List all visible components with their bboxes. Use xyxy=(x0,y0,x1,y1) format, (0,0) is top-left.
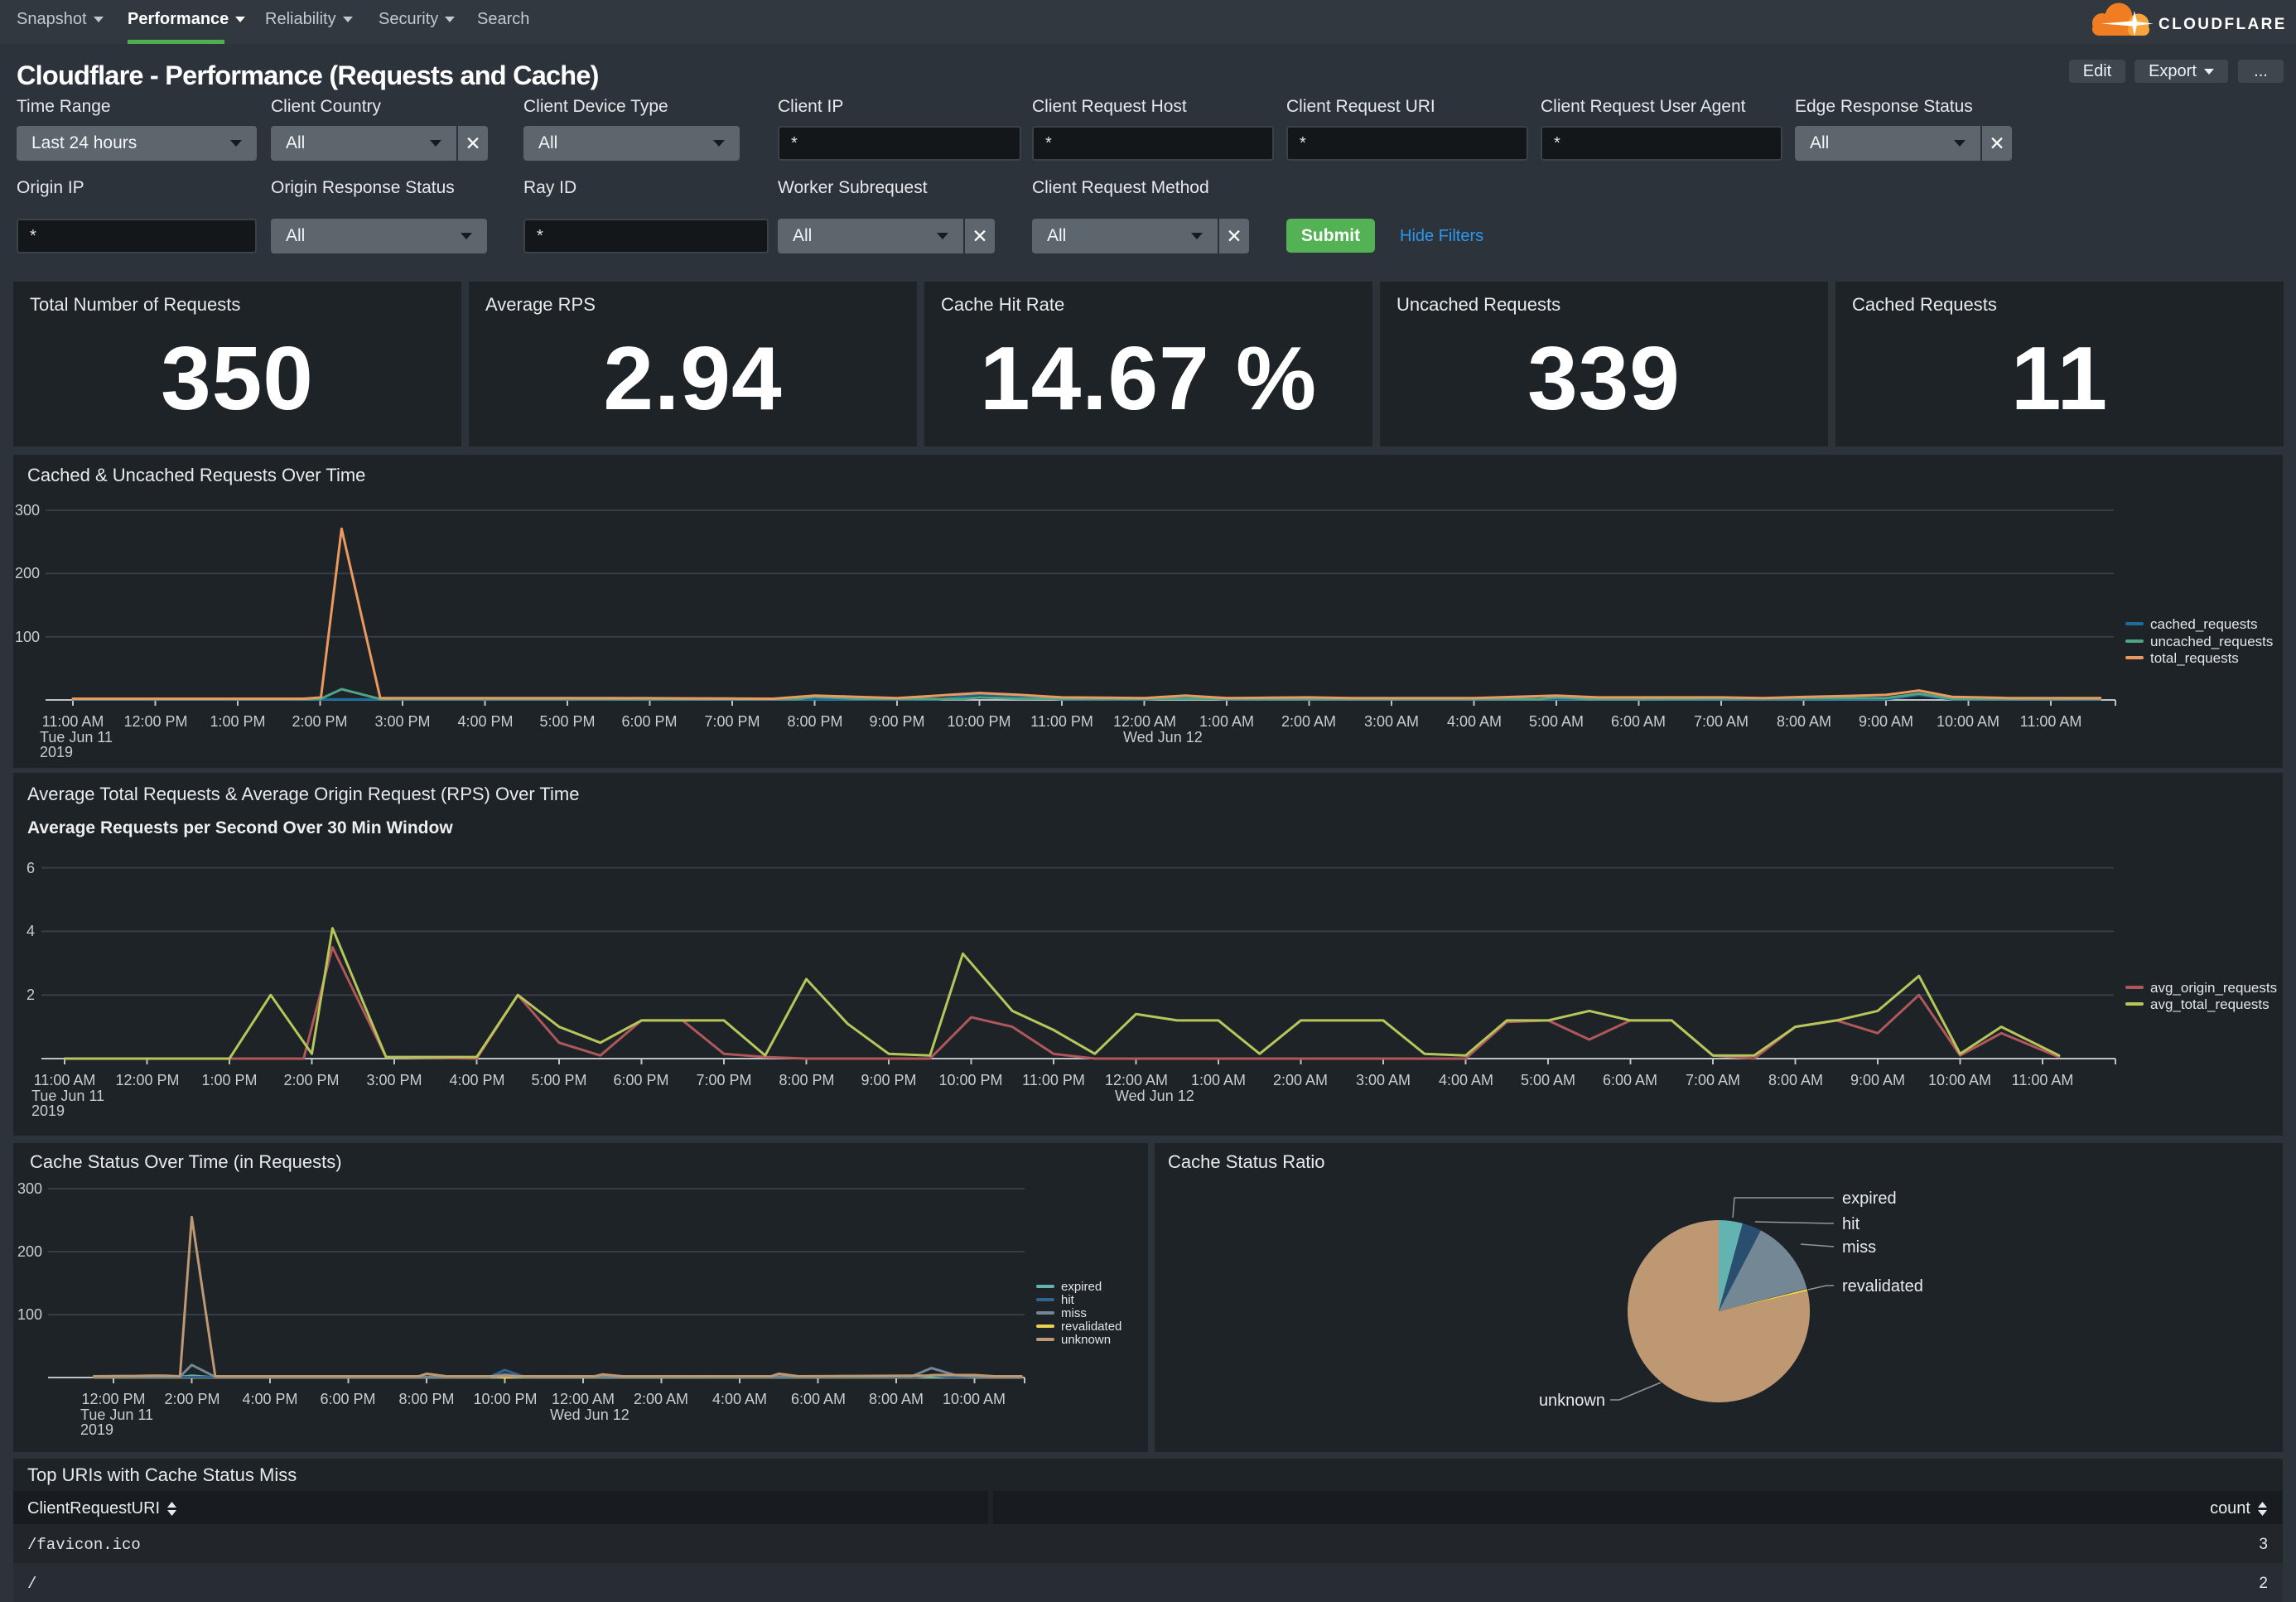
svg-text:12:00 PM: 12:00 PM xyxy=(123,713,187,730)
svg-text:2: 2 xyxy=(27,987,35,1003)
svg-text:11:00 PM: 11:00 PM xyxy=(1030,713,1093,730)
svg-text:2:00 PM: 2:00 PM xyxy=(164,1391,219,1407)
svg-text:2:00 PM: 2:00 PM xyxy=(283,1072,339,1088)
svg-text:12:00 AM: 12:00 AM xyxy=(1105,1072,1168,1088)
svg-text:expired: expired xyxy=(1061,1280,1102,1294)
svg-text:5:00 AM: 5:00 AM xyxy=(1529,713,1584,730)
svg-text:5:00 PM: 5:00 PM xyxy=(539,713,595,730)
svg-text:5:00 AM: 5:00 AM xyxy=(1521,1072,1575,1088)
svg-text:8:00 AM: 8:00 AM xyxy=(1777,713,1831,730)
svg-text:2:00 AM: 2:00 AM xyxy=(1273,1072,1328,1088)
svg-text:6:00 AM: 6:00 AM xyxy=(791,1391,846,1407)
svg-text:300: 300 xyxy=(15,502,40,519)
svg-text:10:00 PM: 10:00 PM xyxy=(473,1391,537,1407)
svg-text:revalidated: revalidated xyxy=(1061,1320,1121,1334)
svg-text:revalidated: revalidated xyxy=(1842,1277,1923,1296)
svg-text:9:00 AM: 9:00 AM xyxy=(1850,1072,1905,1088)
svg-text:avg_origin_requests: avg_origin_requests xyxy=(2150,980,2277,996)
svg-text:11:00 AM: 11:00 AM xyxy=(2020,713,2082,730)
svg-text:11:00 AM: 11:00 AM xyxy=(2012,1072,2074,1088)
svg-text:100: 100 xyxy=(17,1306,42,1323)
svg-text:Tue Jun 11: Tue Jun 11 xyxy=(40,729,113,746)
svg-text:1:00 AM: 1:00 AM xyxy=(1191,1072,1246,1088)
svg-text:total_requests: total_requests xyxy=(2150,650,2239,666)
svg-text:200: 200 xyxy=(15,565,40,581)
svg-text:12:00 AM: 12:00 AM xyxy=(1113,713,1176,730)
svg-text:100: 100 xyxy=(15,629,40,645)
svg-text:9:00 AM: 9:00 AM xyxy=(1859,713,1913,730)
svg-text:CLOUDFLARE: CLOUDFLARE xyxy=(2159,16,2287,33)
svg-text:4:00 PM: 4:00 PM xyxy=(242,1391,297,1407)
svg-text:unknown: unknown xyxy=(1061,1333,1111,1347)
svg-text:10:00 PM: 10:00 PM xyxy=(947,713,1011,730)
svg-text:2019: 2019 xyxy=(40,744,73,760)
svg-text:6:00 PM: 6:00 PM xyxy=(621,713,677,730)
svg-text:hit: hit xyxy=(1061,1293,1075,1307)
svg-text:4:00 PM: 4:00 PM xyxy=(457,713,513,730)
svg-text:3:00 PM: 3:00 PM xyxy=(366,1072,422,1088)
svg-text:4: 4 xyxy=(27,923,35,939)
svg-text:3:00 AM: 3:00 AM xyxy=(1364,713,1419,730)
svg-text:7:00 AM: 7:00 AM xyxy=(1686,1072,1740,1088)
svg-text:expired: expired xyxy=(1842,1189,1897,1208)
svg-text:6:00 AM: 6:00 AM xyxy=(1603,1072,1657,1088)
svg-text:cached_requests: cached_requests xyxy=(2150,616,2257,632)
svg-text:1:00 AM: 1:00 AM xyxy=(1199,713,1254,730)
svg-text:10:00 PM: 10:00 PM xyxy=(938,1072,1002,1088)
svg-text:3:00 PM: 3:00 PM xyxy=(374,713,430,730)
svg-text:6: 6 xyxy=(27,860,35,876)
svg-text:5:00 PM: 5:00 PM xyxy=(531,1072,586,1088)
svg-text:8:00 PM: 8:00 PM xyxy=(787,713,842,730)
svg-text:2:00 PM: 2:00 PM xyxy=(292,713,347,730)
svg-text:12:00 AM: 12:00 AM xyxy=(552,1391,615,1407)
svg-text:12:00 PM: 12:00 PM xyxy=(115,1072,179,1088)
svg-text:2:00 AM: 2:00 AM xyxy=(634,1391,688,1407)
svg-text:unknown: unknown xyxy=(1539,1392,1605,1410)
svg-text:8:00 AM: 8:00 AM xyxy=(869,1391,924,1407)
svg-text:miss: miss xyxy=(1842,1238,1876,1257)
svg-text:Wed Jun 12: Wed Jun 12 xyxy=(1123,729,1203,746)
svg-text:6:00 PM: 6:00 PM xyxy=(613,1072,668,1088)
svg-text:4:00 AM: 4:00 AM xyxy=(712,1391,767,1407)
svg-text:hit: hit xyxy=(1842,1215,1860,1233)
svg-text:avg_total_requests: avg_total_requests xyxy=(2150,996,2269,1012)
svg-text:4:00 AM: 4:00 AM xyxy=(1447,713,1502,730)
svg-text:11:00 AM: 11:00 AM xyxy=(34,1072,96,1088)
svg-text:6:00 PM: 6:00 PM xyxy=(320,1391,375,1407)
svg-text:2019: 2019 xyxy=(80,1421,113,1438)
svg-text:2019: 2019 xyxy=(31,1103,65,1119)
svg-text:200: 200 xyxy=(17,1243,42,1260)
svg-text:11:00 AM: 11:00 AM xyxy=(42,713,104,730)
svg-text:7:00 PM: 7:00 PM xyxy=(704,713,760,730)
svg-text:11:00 PM: 11:00 PM xyxy=(1022,1072,1085,1088)
svg-text:2:00 AM: 2:00 AM xyxy=(1281,713,1336,730)
svg-text:9:00 PM: 9:00 PM xyxy=(861,1072,916,1088)
svg-text:7:00 PM: 7:00 PM xyxy=(696,1072,751,1088)
svg-text:10:00 AM: 10:00 AM xyxy=(1937,713,1999,730)
svg-text:uncached_requests: uncached_requests xyxy=(2150,634,2273,649)
svg-text:7:00 AM: 7:00 AM xyxy=(1694,713,1749,730)
svg-text:Tue Jun 11: Tue Jun 11 xyxy=(80,1407,153,1423)
svg-text:8:00 PM: 8:00 PM xyxy=(398,1391,454,1407)
svg-text:10:00 AM: 10:00 AM xyxy=(1928,1072,1991,1088)
svg-text:300: 300 xyxy=(17,1180,42,1197)
svg-text:4:00 PM: 4:00 PM xyxy=(449,1072,504,1088)
svg-text:1:00 PM: 1:00 PM xyxy=(210,713,265,730)
svg-text:6:00 AM: 6:00 AM xyxy=(1611,713,1666,730)
svg-text:8:00 AM: 8:00 AM xyxy=(1768,1072,1823,1088)
svg-text:9:00 PM: 9:00 PM xyxy=(869,713,924,730)
svg-text:8:00 PM: 8:00 PM xyxy=(779,1072,834,1088)
svg-text:Wed Jun 12: Wed Jun 12 xyxy=(550,1407,629,1423)
svg-text:10:00 AM: 10:00 AM xyxy=(943,1391,1006,1407)
svg-text:Tue Jun 11: Tue Jun 11 xyxy=(31,1088,104,1104)
svg-text:4:00 AM: 4:00 AM xyxy=(1439,1072,1493,1088)
svg-text:1:00 PM: 1:00 PM xyxy=(201,1072,257,1088)
svg-text:12:00 PM: 12:00 PM xyxy=(81,1391,145,1407)
svg-text:3:00 AM: 3:00 AM xyxy=(1356,1072,1411,1088)
svg-text:miss: miss xyxy=(1061,1306,1087,1320)
svg-text:Wed Jun 12: Wed Jun 12 xyxy=(1115,1088,1194,1104)
